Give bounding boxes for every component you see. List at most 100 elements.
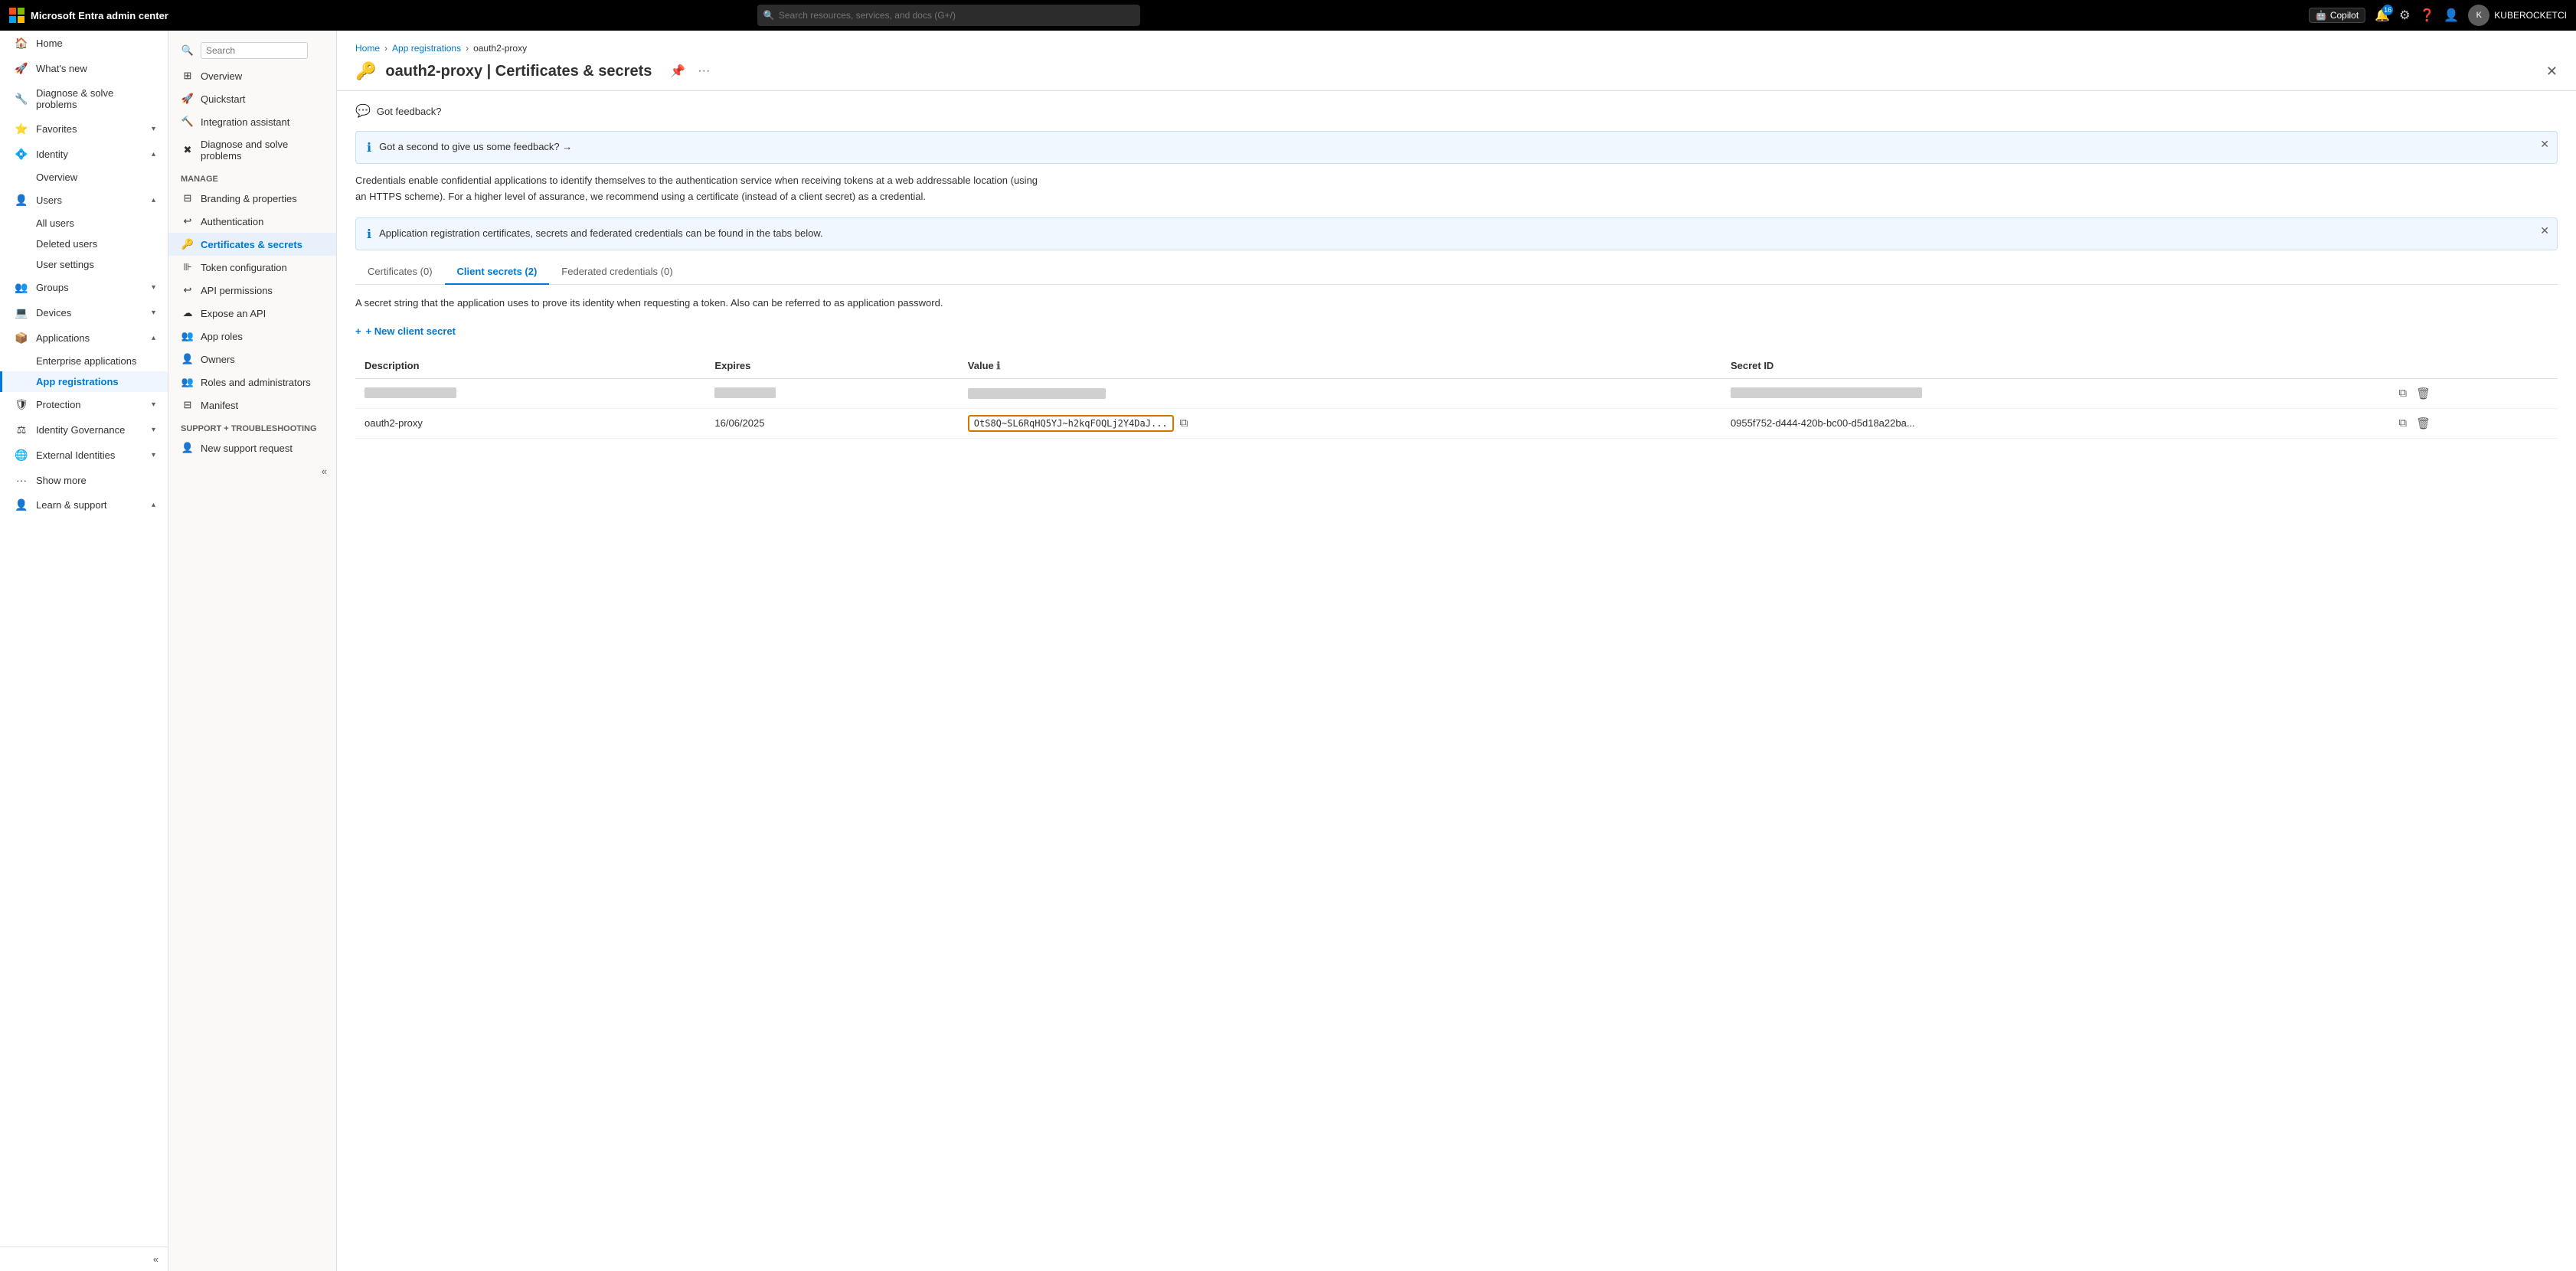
sidebar-sub-item-deleted-users[interactable]: Deleted users bbox=[0, 234, 168, 254]
support-icon: 👤 bbox=[181, 442, 195, 454]
sidebar-collapse-button[interactable]: « bbox=[0, 1246, 168, 1271]
diagnose-solve-icon: ✖ bbox=[181, 144, 195, 156]
token-config-icon: ⊪ bbox=[181, 261, 195, 273]
tab-federated-credentials[interactable]: Federated credentials (0) bbox=[549, 260, 685, 285]
row1-value-blurred bbox=[968, 388, 1106, 399]
banner1-close-button[interactable]: ✕ bbox=[2540, 138, 2549, 151]
row2-copy-button[interactable]: ⧉ bbox=[2397, 415, 2408, 431]
overview-icon: ⊞ bbox=[181, 70, 195, 82]
row1-secretid-blurred bbox=[1731, 387, 1922, 398]
row2-value-copy-button[interactable]: ⧉ bbox=[1178, 415, 1190, 431]
groups-chevron: ▾ bbox=[152, 283, 155, 292]
whats-new-icon: 🚀 bbox=[15, 62, 28, 75]
banner1-text: Got a second to give us some feedback? → bbox=[379, 139, 572, 155]
sec-sidebar-roles-administrators[interactable]: 👥 Roles and administrators bbox=[168, 371, 336, 394]
sidebar-sub-item-enterprise-apps[interactable]: Enterprise applications bbox=[0, 351, 168, 371]
sidebar-item-identity[interactable]: 💠 Identity ▴ bbox=[0, 142, 168, 167]
sidebar-sub-item-overview[interactable]: Overview bbox=[0, 167, 168, 188]
row2-value-highlighted: OtS8Q~SL6RqHQ5YJ~h2kqFOQLj2Y4DaJ... bbox=[968, 415, 1174, 432]
identity-icon: 💠 bbox=[15, 148, 28, 161]
sidebar-item-diagnose[interactable]: 🔧 Diagnose & solve problems bbox=[0, 81, 168, 116]
sec-sidebar-app-roles[interactable]: 👥 App roles bbox=[168, 325, 336, 348]
sidebar-item-devices[interactable]: 💻 Devices ▾ bbox=[0, 300, 168, 325]
table-row: oauth2-proxy 16/06/2025 OtS8Q~SL6RqHQ5YJ… bbox=[355, 408, 2558, 438]
identity-governance-chevron: ▾ bbox=[152, 426, 155, 434]
diagnose-icon: 🔧 bbox=[15, 93, 28, 106]
new-client-secret-button[interactable]: + + New client secret bbox=[355, 321, 456, 341]
sidebar-sub-item-user-settings[interactable]: User settings bbox=[0, 254, 168, 275]
sec-sidebar-token-configuration[interactable]: ⊪ Token configuration bbox=[168, 256, 336, 279]
sidebar-item-learn-support[interactable]: 👤 Learn & support ▴ bbox=[0, 492, 168, 518]
sidebar-item-external-identities[interactable]: 🌐 External Identities ▾ bbox=[0, 443, 168, 468]
secondary-search-input[interactable] bbox=[201, 42, 308, 59]
more-actions-button[interactable]: ··· bbox=[695, 63, 713, 80]
notifications-badge: 16 bbox=[2382, 5, 2393, 15]
tab-certificates[interactable]: Certificates (0) bbox=[355, 260, 445, 285]
feedback-banner: ℹ Got a second to give us some feedback?… bbox=[355, 131, 2558, 164]
row2-description: oauth2-proxy bbox=[355, 408, 705, 438]
certificates-icon: 🔑 bbox=[181, 238, 195, 250]
secondary-sidebar-collapse-button[interactable]: « bbox=[168, 459, 336, 483]
sidebar-item-groups[interactable]: 👥 Groups ▾ bbox=[0, 275, 168, 300]
page-title-actions: 📌 ··· bbox=[667, 62, 713, 80]
sec-sidebar-diagnose[interactable]: ✖ Diagnose and solve problems bbox=[168, 133, 336, 167]
close-button[interactable]: ✕ bbox=[2546, 64, 2558, 80]
main-layout: 🏠 Home 🚀 What's new 🔧 Diagnose & solve p… bbox=[0, 31, 2576, 1271]
pin-button[interactable]: 📌 bbox=[667, 62, 688, 80]
sec-sidebar-new-support[interactable]: 👤 New support request bbox=[168, 436, 336, 459]
sidebar-item-protection[interactable]: 🛡 Protection ▾ bbox=[0, 392, 168, 417]
tab-client-secrets[interactable]: Client secrets (2) bbox=[445, 260, 550, 285]
breadcrumb-app-registrations[interactable]: App registrations bbox=[392, 43, 461, 54]
sec-sidebar-authentication[interactable]: ↩ Authentication bbox=[168, 210, 336, 233]
sidebar-item-home[interactable]: 🏠 Home bbox=[0, 31, 168, 56]
sidebar-sub-item-all-users[interactable]: All users bbox=[0, 213, 168, 234]
search-icon: 🔍 bbox=[763, 10, 775, 21]
info-banner: ℹ Application registration certificates,… bbox=[355, 217, 2558, 250]
sec-sidebar-integration-assistant[interactable]: 🔨 Integration assistant bbox=[168, 110, 336, 133]
sidebar-item-users[interactable]: 👤 Users ▴ bbox=[0, 188, 168, 213]
sec-sidebar-quickstart[interactable]: 🚀 Quickstart bbox=[168, 87, 336, 110]
api-permissions-icon: ↩ bbox=[181, 284, 195, 296]
content-area: 🔍 ⊞ Overview 🚀 Quickstart 🔨 Integration … bbox=[168, 31, 2576, 1271]
avatar: K bbox=[2468, 5, 2489, 26]
expose-api-icon: ☁ bbox=[181, 307, 195, 319]
sec-sidebar-owners[interactable]: 👤 Owners bbox=[168, 348, 336, 371]
col-header-expires: Expires bbox=[705, 354, 958, 379]
sec-sidebar-manifest[interactable]: ⊟ Manifest bbox=[168, 394, 336, 417]
row1-copy-button[interactable]: ⧉ bbox=[2397, 385, 2408, 401]
value-info-icon[interactable]: ℹ bbox=[996, 360, 1000, 371]
sidebar-item-whats-new[interactable]: 🚀 What's new bbox=[0, 56, 168, 81]
add-icon: + bbox=[355, 325, 361, 337]
row1-delete-button[interactable]: 🗑 bbox=[2414, 385, 2432, 402]
sidebar-item-show-more[interactable]: ··· Show more bbox=[0, 468, 168, 492]
sec-sidebar-api-permissions[interactable]: ↩ API permissions bbox=[168, 279, 336, 302]
sec-sidebar-expose-api[interactable]: ☁ Expose an API bbox=[168, 302, 336, 325]
banner2-close-button[interactable]: ✕ bbox=[2540, 224, 2549, 237]
sidebar-item-favorites[interactable]: ⭐ Favorites ▾ bbox=[0, 116, 168, 142]
sidebar-item-identity-governance[interactable]: ⚖ Identity Governance ▾ bbox=[0, 417, 168, 443]
brand: Microsoft Entra admin center bbox=[9, 8, 168, 23]
banner2-text: Application registration certificates, s… bbox=[379, 226, 823, 241]
sidebar-item-applications[interactable]: 📦 Applications ▴ bbox=[0, 325, 168, 351]
copilot-button[interactable]: 🤖 Copilot bbox=[2309, 8, 2365, 23]
settings-button[interactable]: ⚙ bbox=[2399, 8, 2410, 23]
sec-sidebar-certificates-secrets[interactable]: 🔑 Certificates & secrets bbox=[168, 233, 336, 256]
users-icon: 👤 bbox=[15, 194, 28, 207]
account-button[interactable]: 👤 bbox=[2444, 8, 2459, 23]
row1-actions: ⧉ 🗑 bbox=[2388, 378, 2558, 408]
breadcrumb-sep2: › bbox=[466, 43, 469, 54]
row1-secret-id bbox=[1721, 378, 2388, 408]
sec-sidebar-overview[interactable]: ⊞ Overview bbox=[168, 64, 336, 87]
help-button[interactable]: ❓ bbox=[2419, 8, 2434, 23]
sidebar-sub-item-app-registrations[interactable]: App registrations bbox=[0, 371, 168, 392]
user-profile[interactable]: K KUBEROCKETCI bbox=[2468, 5, 2567, 26]
breadcrumb-home[interactable]: Home bbox=[355, 43, 380, 54]
notifications-button[interactable]: 🔔 16 bbox=[2375, 8, 2390, 23]
main-body: 💬 Got feedback? ℹ Got a second to give u… bbox=[337, 91, 2576, 1271]
favorites-chevron: ▾ bbox=[152, 125, 155, 133]
manifest-icon: ⊟ bbox=[181, 399, 195, 411]
row2-delete-button[interactable]: 🗑 bbox=[2414, 415, 2432, 432]
sec-sidebar-branding[interactable]: ⊟ Branding & properties bbox=[168, 187, 336, 210]
search-input[interactable] bbox=[757, 5, 1140, 26]
sec-sidebar-search[interactable]: 🔍 bbox=[168, 37, 336, 64]
